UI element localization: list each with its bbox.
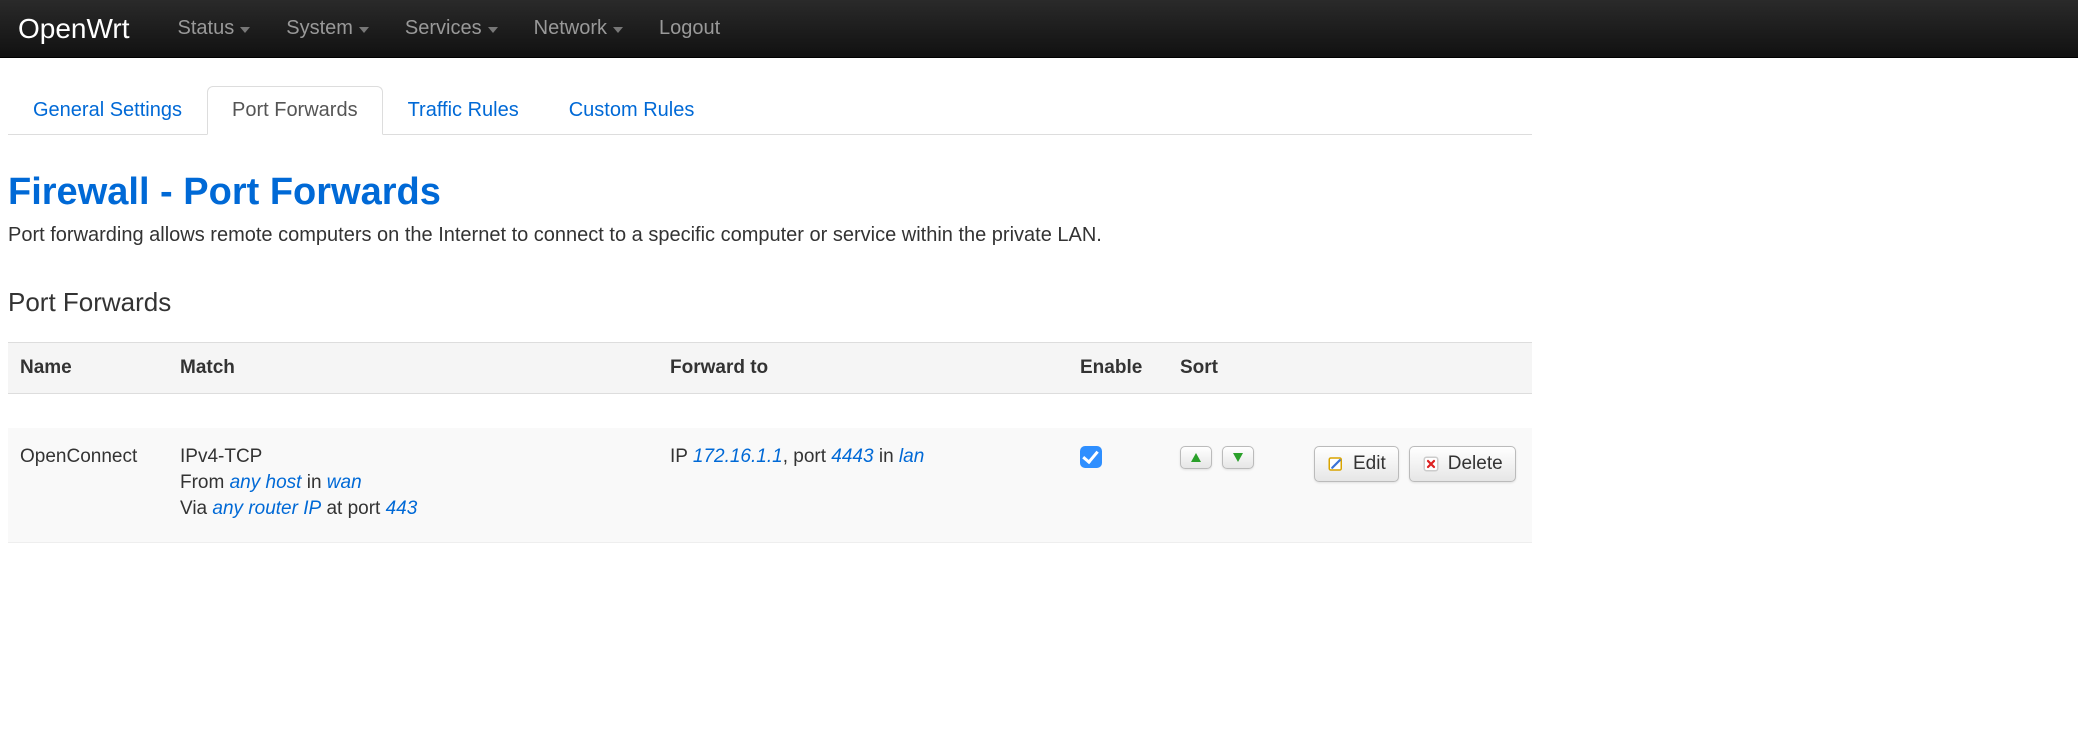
match-from-zone: wan (327, 472, 362, 493)
nav-logout[interactable]: Logout (641, 0, 738, 58)
col-name: Name (8, 343, 168, 394)
col-match: Match (168, 343, 658, 394)
caret-down-icon (240, 27, 250, 33)
match-via: Via any router IP at port 443 (180, 498, 646, 520)
arrow-down-icon (1233, 453, 1243, 462)
nav-label: Status (178, 17, 235, 40)
page-description: Port forwarding allows remote computers … (8, 224, 1532, 247)
cell-match: IPv4-TCP From any host in wan Via any ro… (168, 428, 658, 543)
col-forward-to: Forward to (658, 343, 1068, 394)
section-title: Port Forwards (8, 287, 1532, 318)
cell-name: OpenConnect (8, 428, 168, 543)
table-row: OpenConnect IPv4-TCP From any host in wa… (8, 428, 1532, 543)
col-sort: Sort (1168, 343, 1532, 394)
match-via-ip: any router IP (212, 498, 321, 519)
arrow-up-icon (1191, 453, 1201, 462)
tab-custom-rules[interactable]: Custom Rules (544, 86, 720, 135)
nav-status[interactable]: Status (160, 0, 269, 58)
caret-down-icon (613, 27, 623, 33)
edit-icon (1327, 455, 1345, 473)
edit-label: Edit (1353, 453, 1386, 475)
match-from: From any host in wan (180, 472, 646, 494)
nav-system[interactable]: System (268, 0, 387, 58)
cell-enable (1068, 428, 1168, 543)
table-header-row: Name Match Forward to Enable Sort (8, 343, 1532, 394)
tabs: General Settings Port Forwards Traffic R… (8, 86, 1532, 135)
top-navbar: OpenWrt Status System Services Network L… (0, 0, 2078, 58)
move-up-button[interactable] (1180, 446, 1212, 469)
caret-down-icon (359, 27, 369, 33)
tab-port-forwards[interactable]: Port Forwards (207, 86, 383, 135)
match-via-port: 443 (386, 498, 418, 519)
delete-icon (1422, 455, 1440, 473)
match-from-host: any host (230, 472, 302, 493)
page-title: Firewall - Port Forwards (8, 171, 1532, 214)
forward-ip: 172.16.1.1 (693, 446, 783, 467)
cell-forward-to: IP 172.16.1.1, port 4443 in lan (658, 428, 1068, 543)
nav-label: Network (534, 17, 607, 40)
nav-label: Logout (659, 17, 720, 40)
enable-checkbox[interactable] (1080, 446, 1102, 468)
brand-logo[interactable]: OpenWrt (18, 13, 160, 45)
edit-button[interactable]: Edit (1314, 446, 1399, 482)
nav-label: System (286, 17, 353, 40)
nav-services[interactable]: Services (387, 0, 516, 58)
match-proto: IPv4-TCP (180, 446, 646, 468)
caret-down-icon (488, 27, 498, 33)
cell-actions: Edit Delete (1168, 428, 1532, 543)
move-down-button[interactable] (1222, 446, 1254, 469)
tab-traffic-rules[interactable]: Traffic Rules (383, 86, 544, 135)
tab-general-settings[interactable]: General Settings (8, 86, 207, 135)
nav-network[interactable]: Network (516, 0, 641, 58)
port-forwards-table: Name Match Forward to Enable Sort OpenCo… (8, 342, 1532, 543)
nav-label: Services (405, 17, 482, 40)
delete-label: Delete (1448, 453, 1503, 475)
col-enable: Enable (1068, 343, 1168, 394)
forward-port: 4443 (831, 446, 873, 467)
forward-zone: lan (899, 446, 924, 467)
nav-items: Status System Services Network Logout (160, 0, 739, 58)
delete-button[interactable]: Delete (1409, 446, 1516, 482)
